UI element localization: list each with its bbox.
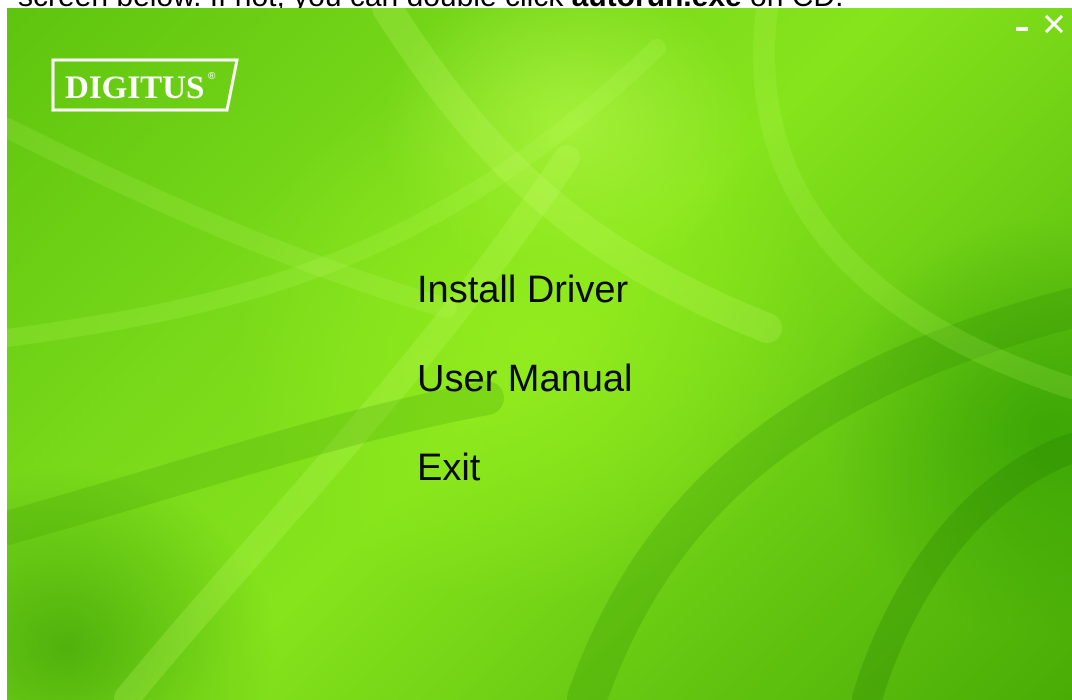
minimize-icon <box>1016 27 1028 31</box>
autorun-window: DIGITUS ® Install Driver User Manual Exi… <box>7 8 1072 700</box>
window-controls <box>1012 12 1064 36</box>
minimize-button[interactable] <box>1012 12 1032 36</box>
autorun-menu: Install Driver User Manual Exit <box>417 260 632 527</box>
user-manual-button[interactable]: User Manual <box>417 349 632 409</box>
close-button[interactable] <box>1044 12 1064 36</box>
close-icon <box>1044 14 1064 34</box>
exit-button[interactable]: Exit <box>417 438 632 498</box>
logo-registered-mark: ® <box>208 71 216 82</box>
logo-text: DIGITUS <box>65 70 204 106</box>
digitus-logo: DIGITUS ® <box>51 57 239 113</box>
install-driver-button[interactable]: Install Driver <box>417 260 632 320</box>
page: screen below. If not, you can double cli… <box>0 0 1072 700</box>
